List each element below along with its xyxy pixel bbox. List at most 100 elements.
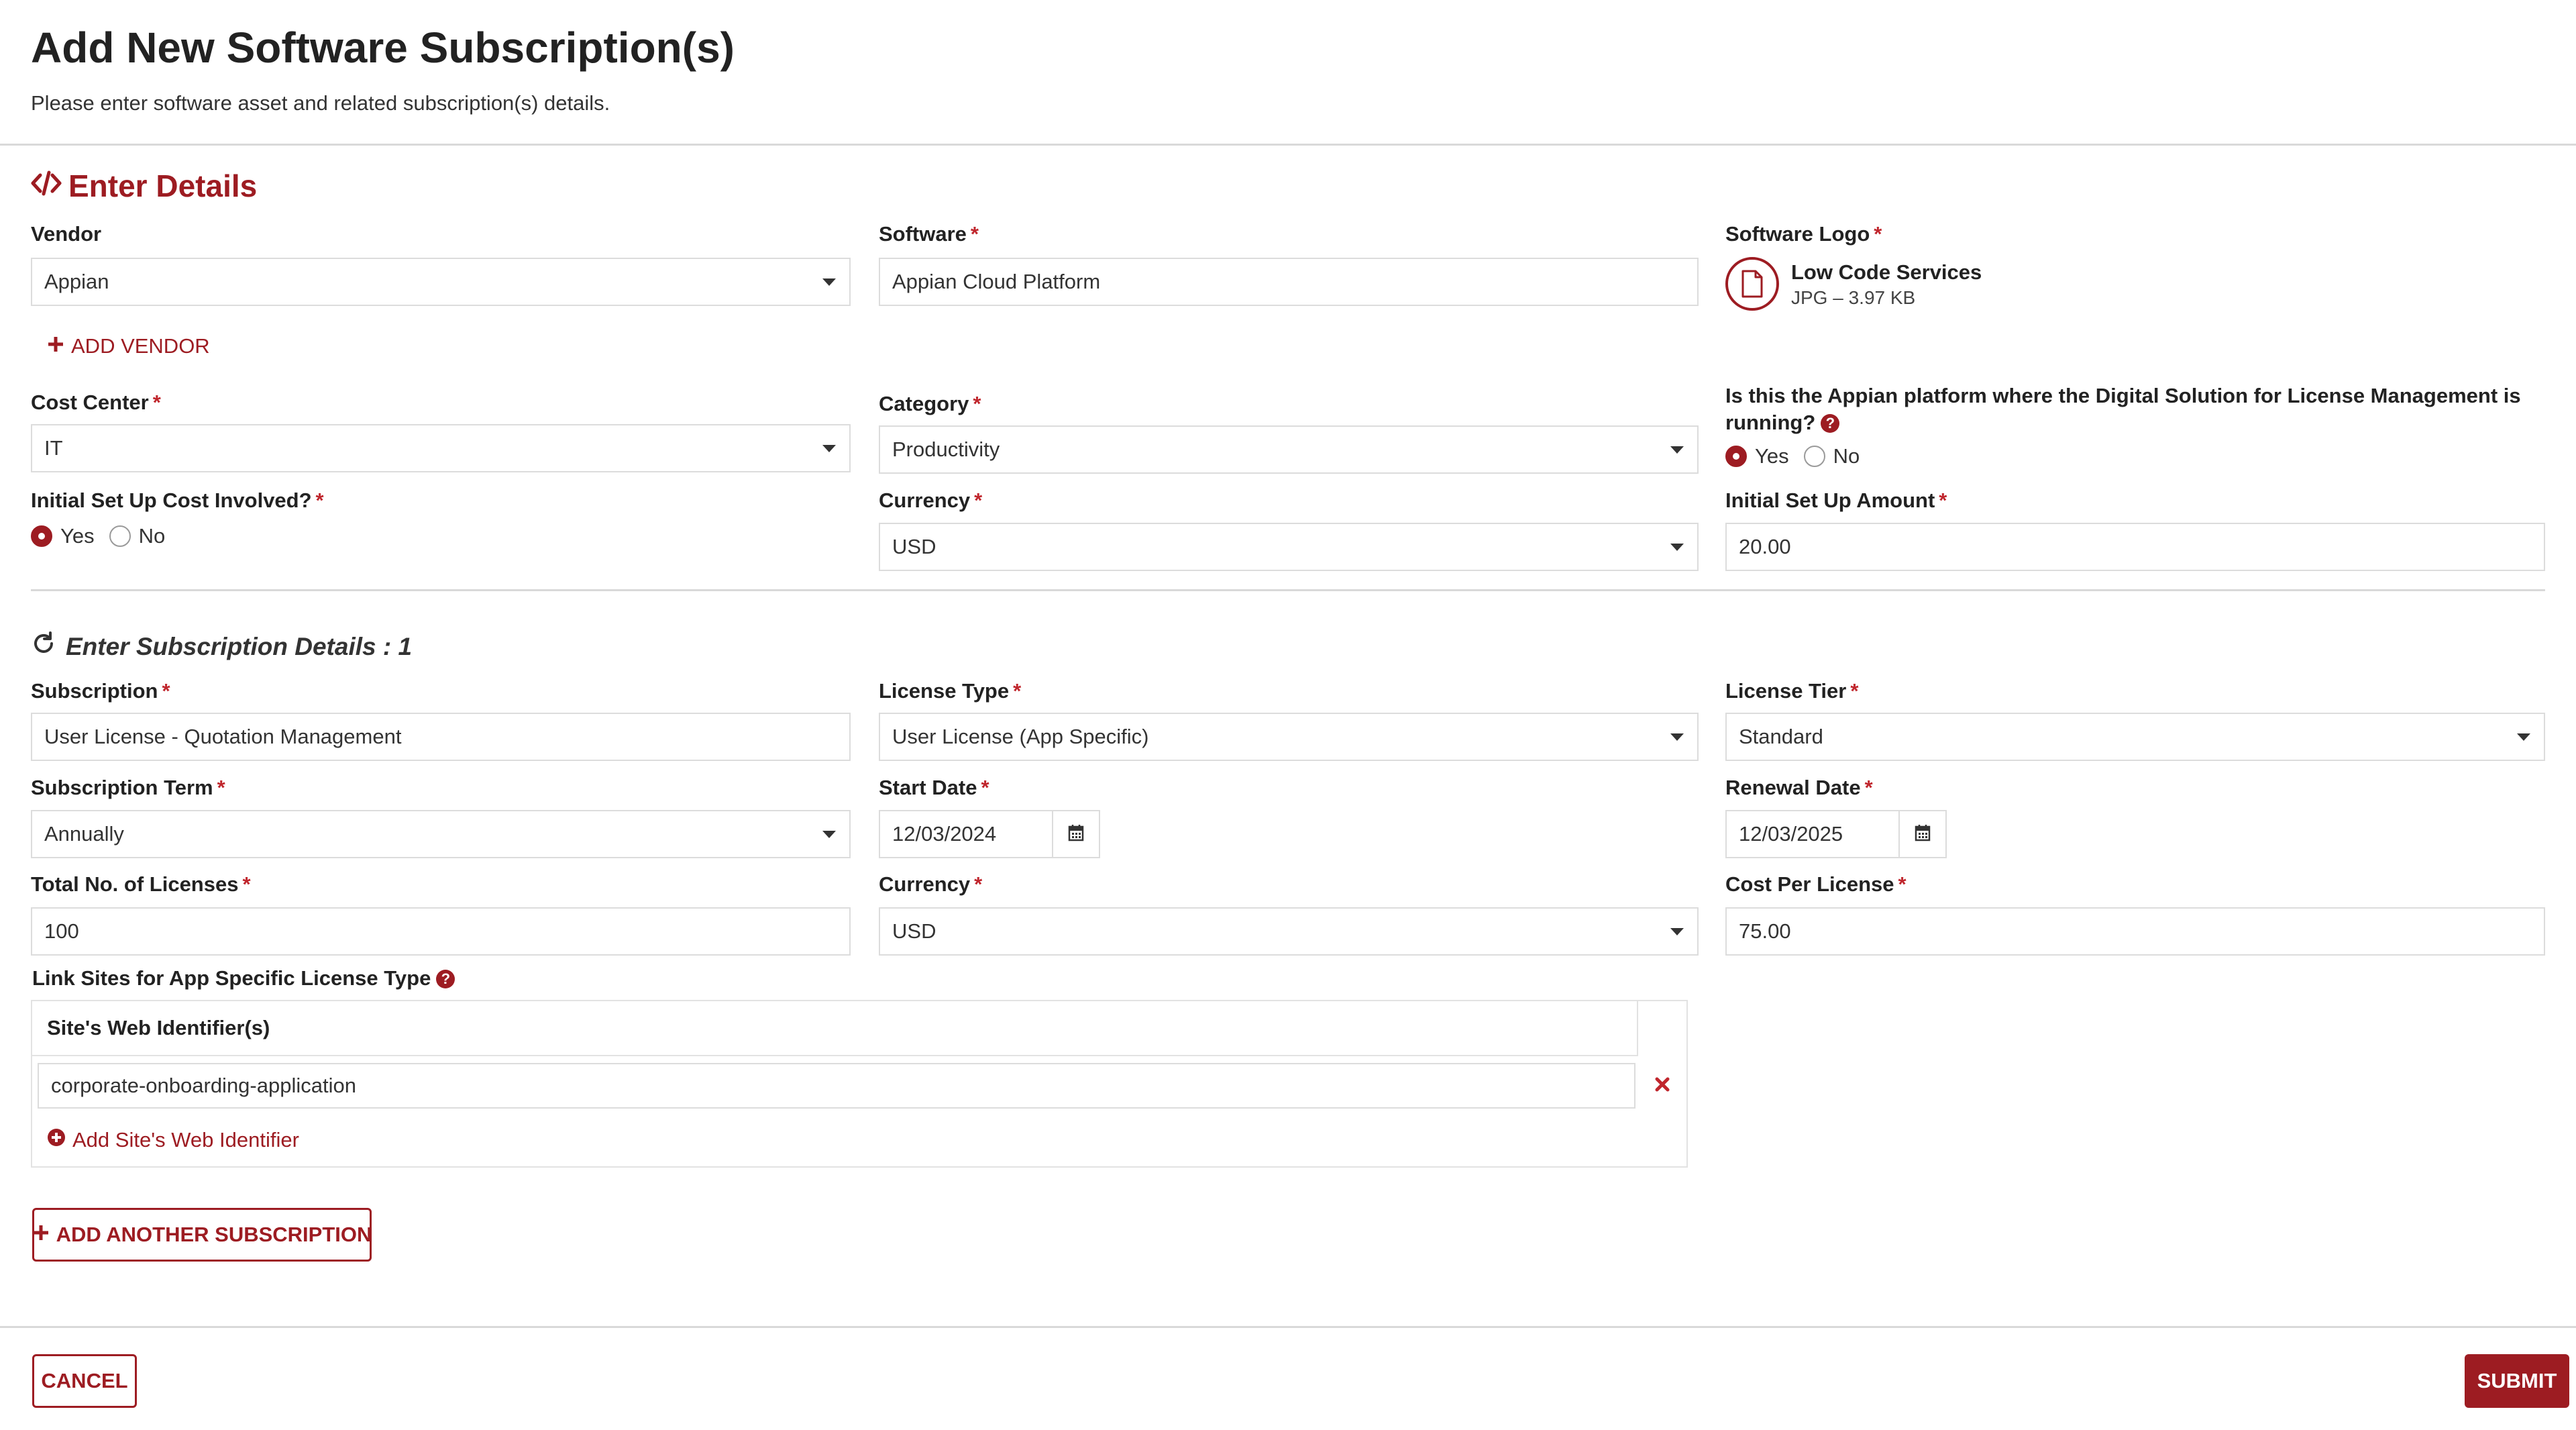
required-mark: *: [974, 872, 983, 896]
required-mark: *: [315, 489, 324, 512]
cost-per-license-value: 75.00: [1739, 919, 1791, 943]
cost-per-license-input[interactable]: 75.00: [1725, 907, 2545, 956]
cancel-text: CANCEL: [41, 1369, 128, 1392]
required-mark: *: [1013, 679, 1022, 703]
initial-amount-label-text: Initial Set Up Amount: [1725, 489, 1935, 512]
submit-button[interactable]: SUBMIT: [2465, 1354, 2569, 1408]
page-subtitle: Please enter software asset and related …: [31, 91, 610, 115]
site-identifier-value: corporate-onboarding-application: [51, 1074, 356, 1097]
category-select[interactable]: Productivity: [879, 425, 1699, 474]
renewal-date-label-text: Renewal Date: [1725, 776, 1861, 799]
add-vendor-link[interactable]: ADD VENDOR: [47, 334, 210, 358]
license-type-label: License Type *: [879, 679, 1021, 703]
required-mark: *: [1939, 489, 1947, 512]
start-date-label: Start Date *: [879, 776, 989, 800]
license-tier-label: License Tier *: [1725, 679, 1858, 703]
section-divider: [31, 589, 2545, 591]
section-heading-text: Enter Details: [68, 168, 258, 203]
required-mark: *: [1874, 222, 1882, 246]
sub-currency-label: Currency *: [879, 872, 982, 897]
close-icon[interactable]: [1652, 1074, 1673, 1099]
cancel-button[interactable]: CANCEL: [32, 1354, 137, 1408]
plus-circle-icon: [47, 1128, 66, 1152]
renewal-date-picker-button[interactable]: [1900, 810, 1947, 858]
add-site-link[interactable]: Add Site's Web Identifier: [47, 1128, 299, 1152]
sub-currency-value: USD: [892, 919, 936, 943]
software-input[interactable]: Appian Cloud Platform: [879, 258, 1699, 306]
site-identifier-input[interactable]: corporate-onboarding-application: [38, 1063, 1635, 1109]
renewal-date-input[interactable]: 12/03/2025: [1725, 810, 1900, 858]
caret-down-icon: [1670, 544, 1684, 551]
cost-center-value: IT: [44, 436, 63, 460]
required-mark: *: [970, 222, 979, 246]
vendor-label: Vendor: [31, 222, 101, 246]
caret-down-icon: [2517, 733, 2530, 741]
caret-down-icon: [1670, 446, 1684, 454]
initial-amount-input[interactable]: 20.00: [1725, 523, 2545, 571]
cost-center-select[interactable]: IT: [31, 424, 851, 472]
subscription-heading: Enter Subscription Details : 1: [31, 631, 412, 662]
total-licenses-input[interactable]: 100: [31, 907, 851, 956]
start-date-picker-button[interactable]: [1053, 810, 1100, 858]
radio-label: Yes: [1755, 444, 1789, 468]
caret-down-icon: [1670, 733, 1684, 741]
page-title: Add New Software Subscription(s): [31, 23, 735, 72]
start-date-input[interactable]: 12/03/2024: [879, 810, 1053, 858]
header-divider: [0, 144, 2576, 146]
calendar-icon: [1915, 824, 1931, 845]
sub-currency-select[interactable]: USD: [879, 907, 1699, 956]
license-tier-value: Standard: [1739, 725, 1823, 748]
file-icon[interactable]: [1725, 257, 1779, 311]
required-mark: *: [1898, 872, 1907, 896]
code-icon: [31, 168, 62, 204]
radio-label: No: [1833, 444, 1860, 468]
link-sites-label: Link Sites for App Specific License Type…: [32, 966, 455, 990]
initial-cost-radio-no[interactable]: No: [109, 524, 166, 548]
required-mark: *: [152, 391, 161, 414]
software-value: Appian Cloud Platform: [892, 270, 1101, 293]
subscription-label-text: Subscription: [31, 679, 158, 703]
currency-label: Currency *: [879, 489, 982, 513]
category-value: Productivity: [892, 438, 1000, 461]
help-icon[interactable]: ?: [1821, 414, 1840, 433]
radio-unselected[interactable]: [109, 525, 131, 547]
license-tier-label-text: License Tier: [1725, 679, 1847, 703]
term-select[interactable]: Annually: [31, 810, 851, 858]
platform-radio-no[interactable]: No: [1803, 444, 1860, 468]
required-mark: *: [217, 776, 225, 799]
platform-radio-yes[interactable]: Yes: [1725, 444, 1789, 468]
required-mark: *: [162, 679, 170, 703]
logo-file-name[interactable]: Low Code Services: [1791, 260, 1982, 285]
radio-unselected[interactable]: [1803, 446, 1825, 467]
currency-value: USD: [892, 535, 936, 558]
subscription-input[interactable]: User License - Quotation Management: [31, 713, 851, 761]
cost-per-license-label: Cost Per License *: [1725, 872, 1907, 897]
required-mark: *: [242, 872, 251, 896]
start-date-value: 12/03/2024: [892, 822, 997, 846]
cost-per-license-label-text: Cost Per License: [1725, 872, 1894, 896]
radio-selected[interactable]: [1725, 446, 1747, 467]
plus-icon: [32, 1223, 50, 1247]
total-licenses-label: Total No. of Licenses *: [31, 872, 251, 897]
total-licenses-value: 100: [44, 919, 79, 943]
initial-cost-label: Initial Set Up Cost Involved? *: [31, 489, 324, 513]
term-label-text: Subscription Term: [31, 776, 213, 799]
section-heading-details: Enter Details: [31, 168, 257, 204]
currency-select[interactable]: USD: [879, 523, 1699, 571]
caret-down-icon: [822, 445, 836, 452]
license-type-select[interactable]: User License (App Specific): [879, 713, 1699, 761]
subscription-heading-text: Enter Subscription Details : 1: [66, 632, 413, 660]
help-icon[interactable]: ?: [436, 970, 455, 988]
radio-selected[interactable]: [31, 525, 52, 547]
add-another-subscription-button[interactable]: ADD ANOTHER SUBSCRIPTION: [32, 1208, 372, 1262]
renewal-date-value: 12/03/2025: [1739, 822, 1843, 846]
radio-label: No: [138, 524, 166, 548]
radio-label: Yes: [60, 524, 95, 548]
software-logo-label: Software Logo *: [1725, 222, 1882, 246]
required-mark: *: [1850, 679, 1859, 703]
vendor-select[interactable]: Appian: [31, 258, 851, 306]
platform-question-label: Is this the Appian platform where the Di…: [1725, 382, 2557, 436]
initial-cost-radio-yes[interactable]: Yes: [31, 524, 95, 548]
caret-down-icon: [822, 278, 836, 286]
license-tier-select[interactable]: Standard: [1725, 713, 2545, 761]
